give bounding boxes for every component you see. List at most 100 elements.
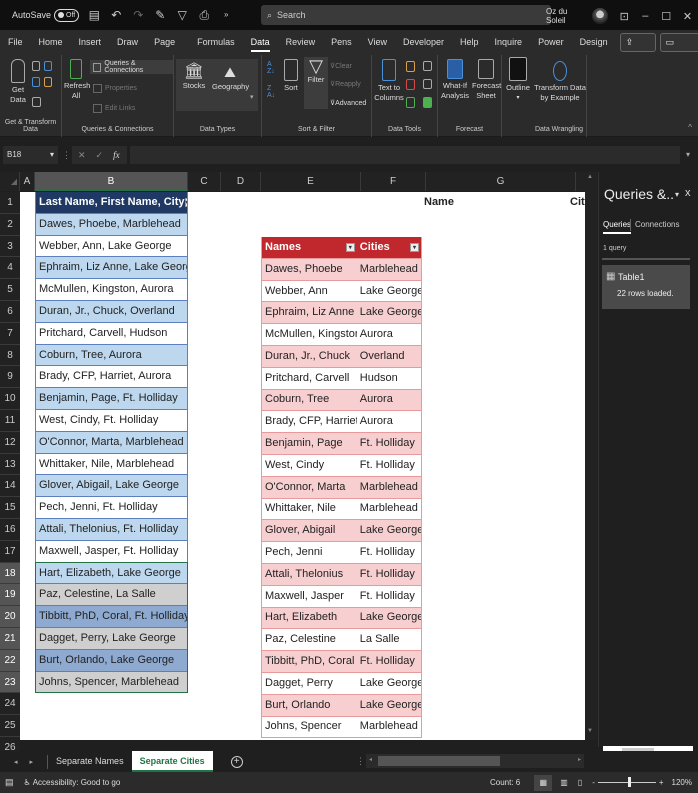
city-cell[interactable]: Lake George: [357, 302, 421, 323]
name-cell[interactable]: Dawes, Phoebe: [262, 259, 357, 280]
tab-developer[interactable]: Developer: [395, 30, 452, 55]
zoom-slider[interactable]: [597, 777, 656, 787]
properties-button[interactable]: Properties: [93, 81, 137, 95]
pane-tab-connections[interactable]: Connections: [635, 220, 679, 229]
tab-formulas[interactable]: Formulas: [189, 30, 243, 55]
table-row[interactable]: Ephraim, Liz Anne, Lake George: [35, 257, 188, 280]
sort-az-icon[interactable]: A Z↓: [267, 61, 275, 75]
data-validation-icon[interactable]: [406, 97, 415, 108]
name-cell[interactable]: Pritchard, Carvell: [262, 368, 357, 389]
scroll-left-icon[interactable]: ◂: [369, 756, 372, 763]
table-row[interactable]: Hart, Elizabeth, Lake George: [35, 562, 188, 585]
column-header-e[interactable]: E: [261, 172, 361, 191]
tab-data[interactable]: Data: [243, 30, 278, 55]
name-cell[interactable]: Duran, Jr., Chuck: [262, 346, 357, 367]
queries-connections-button[interactable]: Queries & Connections: [90, 60, 173, 74]
row-header[interactable]: 11: [0, 409, 20, 432]
table-row[interactable]: Brady, CFP, Harriet, Aurora: [35, 366, 188, 389]
city-cell[interactable]: Lake George: [357, 520, 421, 541]
row-header[interactable]: 8: [0, 344, 20, 367]
tab-help[interactable]: Help: [452, 30, 487, 55]
recent-sources-icon[interactable]: [44, 77, 52, 87]
row-header[interactable]: 23: [0, 671, 20, 694]
advanced-button[interactable]: ⊽ Advanced: [330, 96, 366, 110]
tab-inquire[interactable]: Inquire: [487, 30, 531, 55]
avatar[interactable]: [592, 8, 608, 24]
tab-page-layout[interactable]: Page Layout: [146, 30, 189, 72]
zoom-level[interactable]: 120%: [672, 778, 692, 787]
page-layout-view-icon[interactable]: ▥: [560, 778, 568, 787]
name-cell[interactable]: McMullen, Kingston: [262, 324, 357, 345]
pane-options-icon[interactable]: ▾: [675, 190, 679, 199]
name-cell[interactable]: Brady, CFP, Harriet: [262, 411, 357, 432]
row-header[interactable]: 2: [0, 213, 20, 236]
tab-draw[interactable]: Draw: [109, 30, 146, 55]
stocks-button[interactable]: 🏛︎ Stocks: [180, 64, 208, 91]
tab-design[interactable]: Design: [572, 30, 616, 55]
row-header[interactable]: 6: [0, 300, 20, 323]
more-commands-icon[interactable]: »: [219, 8, 233, 22]
table-row[interactable]: O'Connor, Marta, Marblehead: [35, 431, 188, 454]
redo-icon[interactable]: ↷: [131, 8, 145, 22]
outline-button[interactable]: Outline ▾: [505, 57, 531, 103]
city-cell[interactable]: Lake George: [357, 673, 421, 694]
tab-split-handle[interactable]: ⋮: [356, 756, 365, 767]
city-cell[interactable]: Ft. Holliday: [357, 564, 421, 585]
relationships-icon[interactable]: [423, 79, 432, 89]
table-row[interactable]: Johns, Spencer, Marblehead: [35, 671, 188, 694]
row-header[interactable]: 3: [0, 235, 20, 258]
print-icon[interactable]: ⎙: [197, 8, 211, 22]
expand-formula-bar-icon[interactable]: ▾: [686, 150, 690, 159]
table-row[interactable]: Duran, Jr., Chuck, Overland: [35, 300, 188, 323]
accessibility-status[interactable]: Accessibility: Good to go: [33, 778, 121, 787]
get-data-button[interactable]: Get Data: [6, 59, 30, 105]
row-header[interactable]: 14: [0, 475, 20, 498]
maximize-icon[interactable]: ☐: [656, 10, 677, 23]
row-header[interactable]: 18: [0, 562, 20, 585]
table-row[interactable]: Dawes, Phoebe, Marblehead: [35, 213, 188, 236]
ribbon-display-icon[interactable]: ⊡: [614, 10, 635, 23]
city-cell[interactable]: Marblehead: [357, 477, 421, 498]
filter-button[interactable]: ▽ Filter: [304, 57, 328, 109]
name-cell[interactable]: Ephraim, Liz Anne: [262, 302, 357, 323]
row-header[interactable]: 13: [0, 453, 20, 476]
name-cell[interactable]: O'Connor, Marta: [262, 477, 357, 498]
horizontal-scroll-thumb[interactable]: [378, 756, 500, 766]
row-header[interactable]: 17: [0, 540, 20, 563]
scroll-right-icon[interactable]: ▸: [578, 756, 581, 763]
save-icon[interactable]: ▤: [87, 8, 101, 22]
name-box[interactable]: B18 ▾: [3, 146, 58, 164]
tab-view[interactable]: View: [360, 30, 395, 55]
from-web-icon[interactable]: [44, 61, 52, 71]
city-cell[interactable]: Marblehead: [357, 499, 421, 520]
autosave[interactable]: AutoSave Off: [12, 8, 80, 22]
filter-dropdown-icon[interactable]: ▾: [184, 197, 187, 207]
zoom-in-icon[interactable]: +: [659, 778, 664, 787]
city-cell[interactable]: Lake George: [357, 695, 421, 716]
column-header-d[interactable]: D: [221, 172, 261, 191]
row-header[interactable]: 1: [0, 192, 20, 214]
collapse-ribbon-icon[interactable]: ^: [688, 123, 692, 132]
macro-recording-icon[interactable]: ▤: [5, 777, 14, 788]
name-cell[interactable]: Maxwell, Jasper: [262, 586, 357, 607]
table-row[interactable]: Whittaker, Nile, Marblehead: [35, 453, 188, 476]
row-header[interactable]: 9: [0, 366, 20, 389]
pane-tab-queries[interactable]: Queries: [603, 220, 632, 234]
names-header[interactable]: Names ▾: [262, 237, 357, 258]
horizontal-scrollbar[interactable]: ◂ ▸: [366, 754, 584, 768]
row-header[interactable]: 22: [0, 649, 20, 672]
tab-review[interactable]: Review: [278, 30, 324, 55]
row-header[interactable]: 20: [0, 606, 20, 628]
name-cell[interactable]: Burt, Orlando: [262, 695, 357, 716]
table-header[interactable]: Last Name, First Name, City ▾: [35, 192, 188, 214]
name-cell[interactable]: Webber, Ann: [262, 281, 357, 302]
column-header-f[interactable]: F: [361, 172, 426, 191]
city-cell[interactable]: Ft. Holliday: [357, 586, 421, 607]
city-cell[interactable]: Aurora: [357, 390, 421, 411]
column-header-g[interactable]: G: [426, 172, 576, 191]
column-header-b[interactable]: B: [35, 172, 188, 191]
city-cell[interactable]: Aurora: [357, 324, 421, 345]
table-row[interactable]: Glover, Abigail, Lake George: [35, 475, 188, 498]
vertical-scrollbar[interactable]: ▲ ▼: [585, 172, 597, 740]
sort-button[interactable]: Sort: [280, 59, 302, 93]
